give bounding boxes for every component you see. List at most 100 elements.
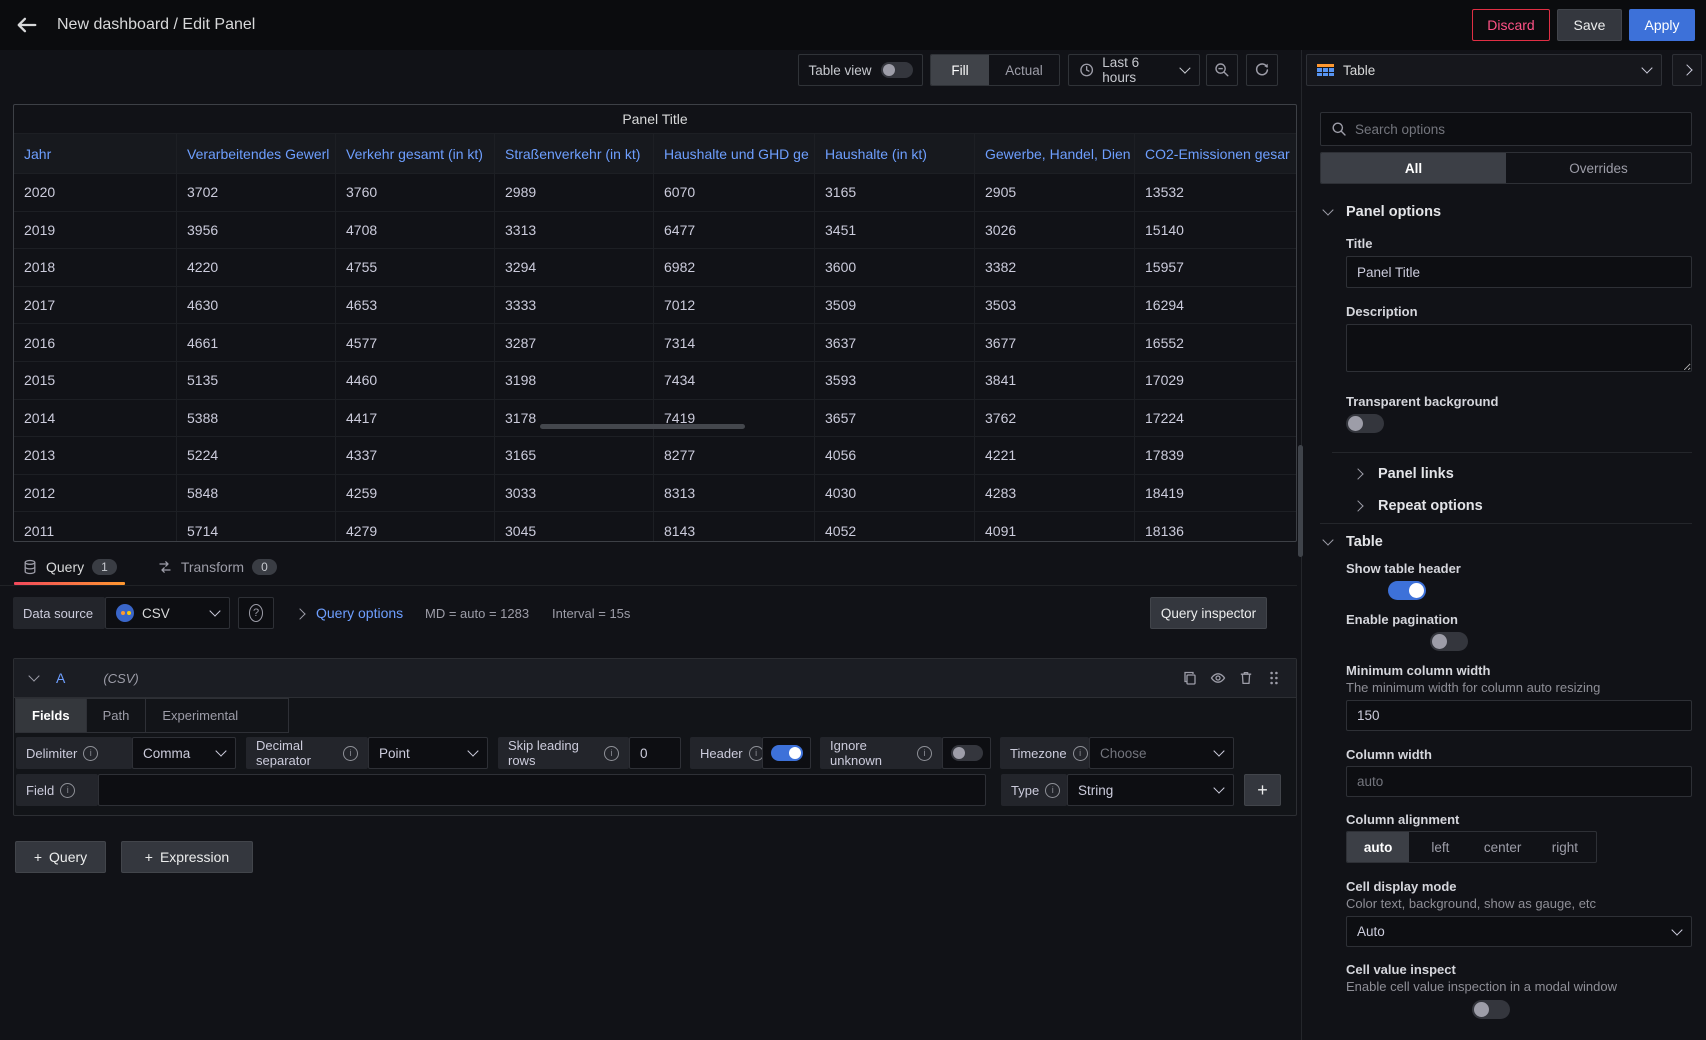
apply-button[interactable]: Apply	[1629, 9, 1695, 41]
panel-title-input[interactable]	[1346, 256, 1692, 288]
table-view-label: Table view	[808, 63, 871, 78]
drag-handle-icon[interactable]	[1266, 670, 1282, 686]
query-row-header[interactable]: A (CSV)	[14, 659, 1296, 698]
collapse-chevron-icon[interactable]	[28, 670, 39, 681]
table-cell: 4052	[815, 512, 975, 542]
table-cell: 5388	[177, 400, 336, 437]
table-cell: 7012	[654, 287, 815, 324]
cell-value-inspect-toggle[interactable]	[1472, 1000, 1510, 1019]
tab-query[interactable]: Query 1	[8, 548, 131, 585]
tab-transform-label: Transform	[181, 559, 244, 575]
show-table-header-toggle[interactable]	[1388, 581, 1426, 600]
enable-pagination-label: Enable pagination	[1346, 612, 1458, 627]
add-expression-button[interactable]: +Expression	[121, 841, 253, 873]
description-textarea[interactable]	[1346, 324, 1692, 372]
table-panel[interactable]: Panel Title JahrVerarbeitendes GewerlVer…	[13, 104, 1297, 542]
enable-pagination-toggle[interactable]	[1430, 632, 1468, 651]
column-header[interactable]: Haushalte (in kt)	[815, 134, 975, 173]
column-header[interactable]: Jahr	[14, 134, 177, 173]
fill-option[interactable]: Fill	[931, 55, 989, 85]
column-header[interactable]: Verkehr gesamt (in kt)	[336, 134, 495, 173]
min-column-width-input[interactable]	[1346, 700, 1692, 731]
column-width-input[interactable]	[1346, 766, 1692, 797]
table-cell: 3509	[815, 287, 975, 324]
transparent-background-toggle[interactable]	[1346, 414, 1384, 433]
column-alignment-option[interactable]: auto	[1347, 832, 1409, 862]
column-header[interactable]: CO2-Emissionen gesar	[1135, 134, 1296, 173]
timezone-select[interactable]: Choose	[1089, 737, 1234, 769]
arrow-left-icon	[16, 14, 38, 36]
query-inspector-button[interactable]: Query inspector	[1150, 597, 1267, 629]
panel-options-section-header[interactable]: Panel options	[1324, 204, 1441, 220]
decimal-separator-select[interactable]: Point	[368, 737, 488, 769]
table-section-header[interactable]: Table	[1324, 528, 1383, 556]
table-cell: 2018	[14, 249, 177, 286]
column-header[interactable]: Haushalte und GHD ge	[654, 134, 815, 173]
time-range-picker[interactable]: Last 6 hours	[1068, 54, 1200, 86]
type-select[interactable]: String	[1067, 774, 1234, 806]
panel-links-section[interactable]: Panel links	[1354, 460, 1454, 488]
chevron-right-icon[interactable]	[294, 608, 305, 619]
delimiter-label: Delimiteri	[16, 737, 132, 769]
header-toggle-frame	[762, 737, 811, 769]
table-cell: 3033	[495, 475, 654, 512]
cell-value-inspect-label: Cell value inspect	[1346, 962, 1456, 977]
duplicate-icon[interactable]	[1182, 670, 1198, 686]
query-type: (CSV)	[103, 671, 138, 686]
eye-icon[interactable]	[1210, 670, 1226, 686]
trash-icon[interactable]	[1238, 670, 1254, 686]
column-alignment-option[interactable]: center	[1472, 832, 1534, 862]
chevron-down-icon	[209, 605, 220, 616]
header-toggle[interactable]	[771, 745, 803, 761]
datasource-help-button[interactable]: ?	[238, 597, 274, 629]
table-cell: 4091	[975, 512, 1135, 542]
save-button[interactable]: Save	[1557, 9, 1622, 41]
query-count-badge: 1	[92, 559, 117, 575]
table-row: 201746304653333370123509350316294	[14, 287, 1296, 325]
query-options-link[interactable]: Query options	[316, 597, 403, 629]
ignore-unknown-toggle[interactable]	[951, 745, 983, 761]
min-column-width-label: Minimum column width	[1346, 663, 1490, 678]
filter-tab-overrides[interactable]: Overrides	[1506, 153, 1691, 183]
cell-display-mode-select[interactable]: Auto	[1346, 916, 1692, 947]
search-options-input[interactable]	[1355, 122, 1681, 137]
column-header[interactable]: Verarbeitendes Gewerl	[177, 134, 336, 173]
column-alignment-option[interactable]: left	[1409, 832, 1471, 862]
refresh-button[interactable]	[1246, 54, 1278, 86]
actual-option[interactable]: Actual	[989, 55, 1059, 85]
table-cell: 15957	[1135, 249, 1296, 286]
column-header[interactable]: Gewerbe, Handel, Dien	[975, 134, 1135, 173]
table-cell: 3637	[815, 324, 975, 361]
zoom-out-button[interactable]	[1206, 54, 1238, 86]
table-cell: 5848	[177, 475, 336, 512]
table-cell: 4056	[815, 437, 975, 474]
cell-display-mode-desc: Color text, background, show as gauge, e…	[1346, 896, 1596, 911]
chevron-down-icon	[1322, 204, 1333, 215]
table-cell: 4279	[336, 512, 495, 542]
table-view-toggle[interactable]	[881, 62, 913, 78]
editor-tab[interactable]: Experimental	[146, 699, 254, 732]
column-alignment-group: autoleftcenterright	[1346, 831, 1597, 863]
tab-transform[interactable]: Transform 0	[143, 548, 291, 585]
add-field-button[interactable]: +	[1244, 774, 1281, 806]
field-input[interactable]	[98, 774, 986, 806]
delimiter-select[interactable]: Comma	[132, 737, 236, 769]
column-header[interactable]: Straßenverkehr (in kt)	[495, 134, 654, 173]
vertical-scrollbar[interactable]	[1298, 445, 1303, 557]
header-label: Headeri	[690, 737, 762, 769]
editor-tab[interactable]: Fields	[16, 699, 87, 732]
repeat-options-section[interactable]: Repeat options	[1354, 492, 1483, 520]
editor-tab[interactable]: Path	[87, 699, 147, 732]
column-alignment-option[interactable]: right	[1534, 832, 1596, 862]
datasource-picker[interactable]: CSV	[105, 597, 230, 629]
table-row: 201157144279304581434052409118136	[14, 512, 1296, 542]
table-viz-icon	[1317, 64, 1334, 77]
visualization-picker[interactable]: Table	[1306, 54, 1662, 86]
add-query-button[interactable]: +Query	[15, 841, 106, 873]
discard-button[interactable]: Discard	[1472, 9, 1550, 41]
filter-tab-all[interactable]: All	[1321, 153, 1506, 183]
collapse-pane-button[interactable]	[1672, 54, 1702, 86]
horizontal-scrollbar[interactable]	[540, 424, 745, 429]
skip-leading-rows-input[interactable]	[629, 737, 681, 769]
back-button[interactable]	[16, 13, 40, 37]
